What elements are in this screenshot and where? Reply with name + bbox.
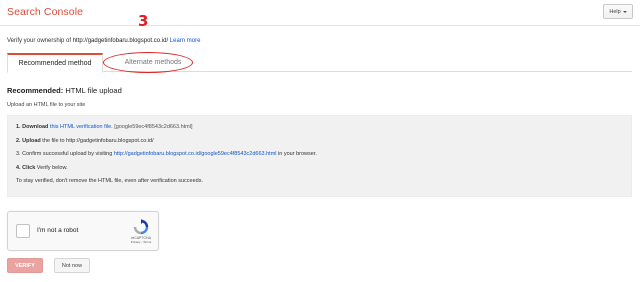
verify-ownership-text: Verify your ownership of http://gadgetin… [7, 38, 200, 44]
confirm-upload-link[interactable]: http://gadgetinfobaru.blogspot.co.id/goo… [114, 151, 277, 157]
stay-verified-note: To stay verified, don't remove the HTML … [16, 178, 204, 185]
recaptcha-privacy-terms[interactable]: Privacy - Terms [126, 240, 156, 244]
method-title-rest: HTML file upload [63, 86, 122, 95]
step-2-text: the file to http://gadgetinfobaru.blogsp… [40, 137, 154, 144]
step-1: 1. Download this HTML verification file.… [16, 123, 623, 137]
recaptcha-widget: I'm not a robot reCAPTCHA Privacy - Term… [7, 211, 159, 251]
steps-panel: 1. Download this HTML verification file.… [7, 115, 632, 197]
step-4-label: 4. Click [16, 164, 36, 171]
step-4: 4. Click Verify below. [16, 164, 623, 178]
help-button[interactable]: Help [603, 4, 633, 19]
tab-alternate-methods[interactable]: Alternate methods [107, 53, 199, 72]
step-1-filename: . [google59ec4f8543c2d663.html] [111, 124, 193, 130]
step-2-label: 2. Upload [16, 137, 41, 144]
learn-more-link[interactable]: Learn more [170, 38, 201, 44]
step-1-label: 1. Download [16, 124, 49, 130]
top-bar: Search Console Help [0, 0, 640, 26]
help-label: Help [609, 8, 621, 15]
download-verification-file-link[interactable]: this HTML verification file [50, 124, 111, 130]
not-now-button[interactable]: Not now [54, 258, 90, 273]
recaptcha-label: I'm not a robot [37, 227, 79, 234]
method-title: Recommended: HTML file upload [7, 86, 122, 95]
step-3: 3. Confirm successful upload by visiting… [16, 150, 623, 164]
method-title-bold: Recommended: [7, 86, 64, 95]
verify-site-url: http://gadgetinfobaru.blogspot.co.id/ [72, 38, 169, 44]
step-3-rest: in your browser. [276, 151, 317, 158]
recaptcha-checkbox[interactable] [16, 224, 30, 238]
method-tabs: Recommended method Alternate methods [7, 53, 632, 73]
upload-intro-text: Upload an HTML file to your site [7, 102, 86, 108]
app-title: Search Console [7, 6, 84, 18]
recaptcha-icon [133, 219, 149, 235]
recaptcha-logo: reCAPTCHA Privacy - Terms [126, 219, 156, 244]
chevron-down-icon [622, 10, 627, 13]
step-2: 2. Upload the file to http://gadgetinfob… [16, 137, 623, 151]
verify-button[interactable]: VERIFY [7, 258, 43, 273]
tab-recommended-method[interactable]: Recommended method [7, 53, 103, 73]
step-4-text: Verify below. [35, 164, 68, 171]
annotation-step-number: 3 [138, 12, 149, 30]
step-3-text: 3. Confirm successful upload by visiting [16, 151, 114, 158]
verify-prefix: Verify your ownership of [7, 38, 73, 44]
